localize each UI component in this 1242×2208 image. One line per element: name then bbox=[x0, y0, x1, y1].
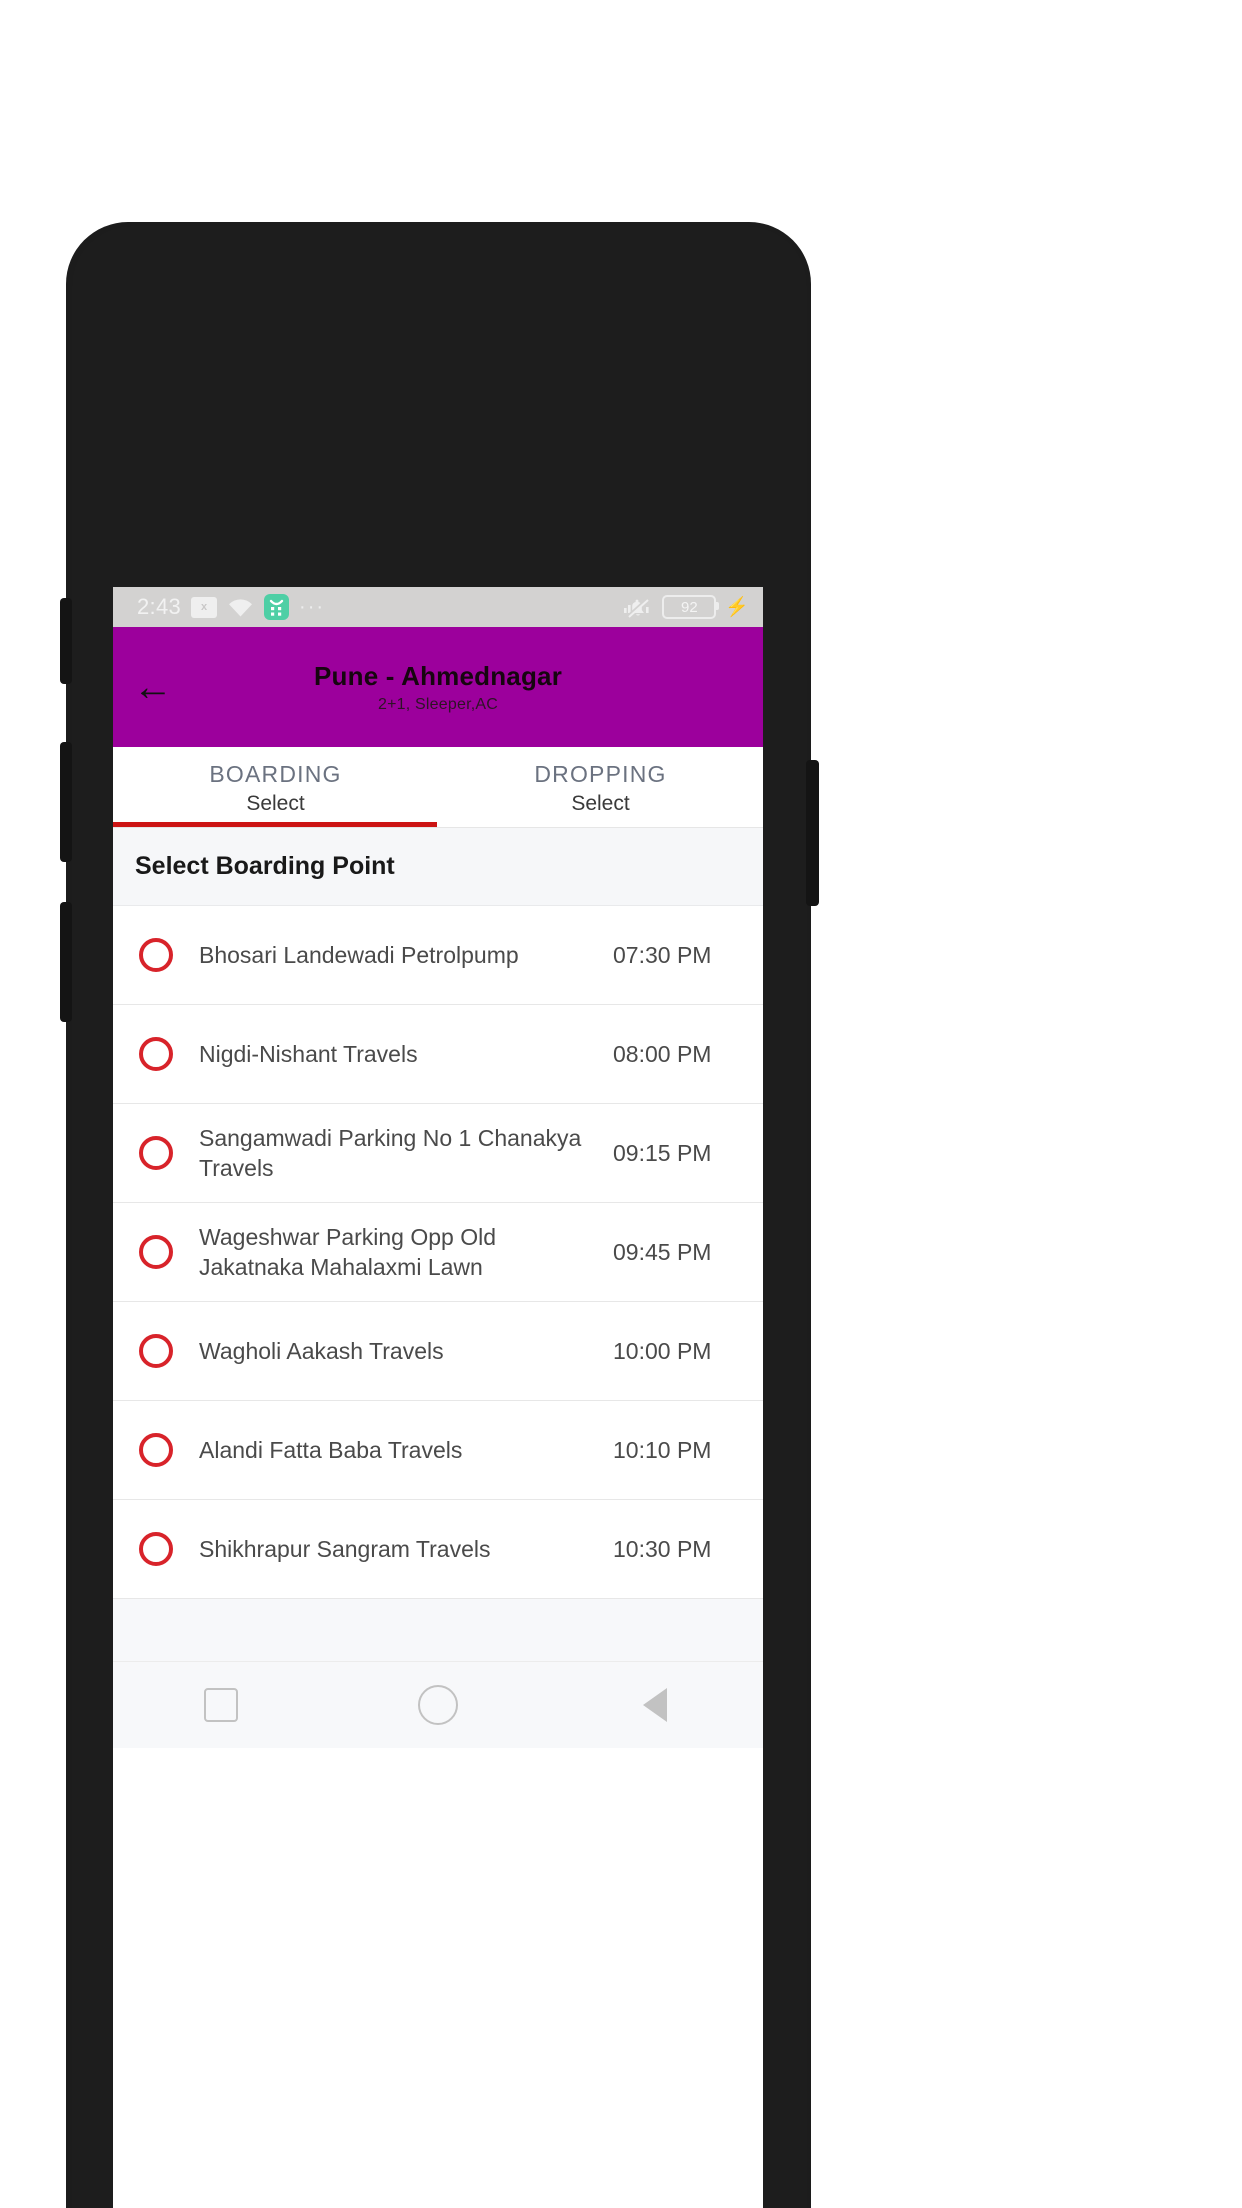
boarding-points-list: Bhosari Landewadi Petrolpump 07:30 PM Nigd… bbox=[113, 906, 763, 1599]
boarding-point-time: 09:15 PM bbox=[613, 1139, 712, 1166]
boarding-point-row[interactable]: Wagholi Aakash Travels 10:00 PM bbox=[113, 1302, 763, 1401]
back-arrow-icon: ← bbox=[133, 665, 173, 709]
boarding-point-row[interactable]: Shikhrapur Sangram Travels 10:30 PM bbox=[113, 1500, 763, 1599]
tab-dropping[interactable]: DROPPING Select bbox=[438, 747, 763, 827]
boarding-point-row[interactable]: Sangamwadi Parking No 1 Chanakya Travels… bbox=[113, 1104, 763, 1203]
radio-circle-icon bbox=[139, 938, 173, 972]
boarding-point-radio[interactable] bbox=[113, 1334, 199, 1368]
boarding-point-row[interactable]: Nigdi-Nishant Travels 08:00 PM bbox=[113, 1005, 763, 1104]
wifi-icon bbox=[227, 597, 254, 618]
charging-bolt-icon: ⚡ bbox=[725, 597, 749, 618]
tab-boarding-label: BOARDING bbox=[209, 760, 342, 787]
phone-button-volume-up[interactable] bbox=[60, 742, 72, 862]
tab-bar: BOARDING Select DROPPING Select bbox=[113, 747, 763, 828]
boarding-point-radio[interactable] bbox=[113, 1136, 199, 1170]
boarding-point-time: 10:00 PM bbox=[613, 1337, 712, 1364]
boarding-point-radio[interactable] bbox=[113, 1433, 199, 1467]
more-notifications-icon: ··· bbox=[299, 596, 326, 618]
boarding-point-time: 07:30 PM bbox=[613, 941, 712, 968]
radio-circle-icon bbox=[139, 1433, 173, 1467]
radio-circle-icon bbox=[139, 1136, 173, 1170]
app-bar: ← Pune - Ahmednagar 2+1, Sleeper,AC bbox=[113, 627, 763, 747]
list-bottom-spacer bbox=[113, 1599, 763, 1661]
page-title: Pune - Ahmednagar bbox=[313, 660, 563, 691]
tab-dropping-value: Select bbox=[571, 791, 630, 815]
boarding-point-name: Alandi Fatta Baba Travels bbox=[199, 1437, 463, 1463]
boarding-point-time: 09:45 PM bbox=[613, 1238, 712, 1265]
boarding-point-name: Wagholi Aakash Travels bbox=[199, 1338, 444, 1364]
back-button[interactable]: ← bbox=[113, 627, 193, 747]
sim-card-icon: x bbox=[191, 596, 218, 618]
status-bar-right: 92 ⚡ bbox=[621, 595, 749, 619]
phone-button-volume-down[interactable] bbox=[60, 902, 72, 1022]
boarding-point-name: Wageshwar Parking Opp Old Jakatnaka Maha… bbox=[199, 1224, 497, 1280]
phone-button-power[interactable] bbox=[806, 760, 819, 906]
tab-dropping-label: DROPPING bbox=[534, 760, 667, 787]
boarding-point-row[interactable]: Alandi Fatta Baba Travels 10:10 PM bbox=[113, 1401, 763, 1500]
boarding-point-time: 10:30 PM bbox=[613, 1535, 712, 1562]
bell-muted-icon bbox=[621, 595, 653, 619]
battery-indicator: 92 bbox=[662, 595, 720, 619]
phone-button-mute[interactable] bbox=[60, 598, 72, 684]
status-bar-left: 2:43 x ··· bbox=[137, 594, 621, 620]
tab-active-indicator bbox=[113, 822, 437, 827]
boarding-point-time: 08:00 PM bbox=[613, 1040, 712, 1067]
android-nav-bar bbox=[113, 1661, 763, 1748]
boarding-point-name: Nigdi-Nishant Travels bbox=[199, 1041, 418, 1067]
nav-recents-button[interactable] bbox=[161, 1662, 281, 1748]
boarding-point-name: Shikhrapur Sangram Travels bbox=[199, 1536, 491, 1562]
nav-home-button[interactable] bbox=[378, 1662, 498, 1748]
radio-circle-icon bbox=[139, 1532, 173, 1566]
status-bar-clock: 2:43 bbox=[137, 594, 182, 619]
nav-back-button[interactable] bbox=[595, 1662, 715, 1748]
section-header: Select Boarding Point bbox=[113, 828, 763, 906]
boarding-point-row[interactable]: Wageshwar Parking Opp Old Jakatnaka Maha… bbox=[113, 1203, 763, 1302]
boarding-point-time: 10:10 PM bbox=[613, 1436, 712, 1463]
boarding-point-radio[interactable] bbox=[113, 1037, 199, 1071]
radio-circle-icon bbox=[139, 1334, 173, 1368]
app-bar-titles: Pune - Ahmednagar 2+1, Sleeper,AC bbox=[113, 627, 763, 747]
radio-circle-icon bbox=[139, 1235, 173, 1269]
triangle-back-icon bbox=[642, 1688, 667, 1722]
boarding-point-name: Sangamwadi Parking No 1 Chanakya Travels bbox=[199, 1125, 582, 1181]
calendar-app-icon bbox=[264, 594, 290, 620]
boarding-point-name: Bhosari Landewadi Petrolpump bbox=[199, 942, 519, 968]
battery-level-text: 92 bbox=[680, 598, 698, 616]
status-bar: 2:43 x ··· 92 ⚡ bbox=[113, 587, 763, 627]
square-icon bbox=[204, 1688, 239, 1722]
boarding-point-radio[interactable] bbox=[113, 1235, 199, 1269]
boarding-point-radio[interactable] bbox=[113, 1532, 199, 1566]
page-subtitle: 2+1, Sleeper,AC bbox=[378, 695, 498, 713]
phone-screen: 2:43 x ··· 92 ⚡ ← Pune - Ahmednagar 2+1,… bbox=[113, 587, 763, 2208]
tab-boarding-value: Select bbox=[246, 791, 305, 815]
circle-icon bbox=[417, 1685, 458, 1725]
tab-boarding[interactable]: BOARDING Select bbox=[113, 747, 438, 827]
radio-circle-icon bbox=[139, 1037, 173, 1071]
boarding-point-row[interactable]: Bhosari Landewadi Petrolpump 07:30 PM bbox=[113, 906, 763, 1005]
boarding-point-radio[interactable] bbox=[113, 938, 199, 972]
section-header-label: Select Boarding Point bbox=[135, 852, 395, 880]
